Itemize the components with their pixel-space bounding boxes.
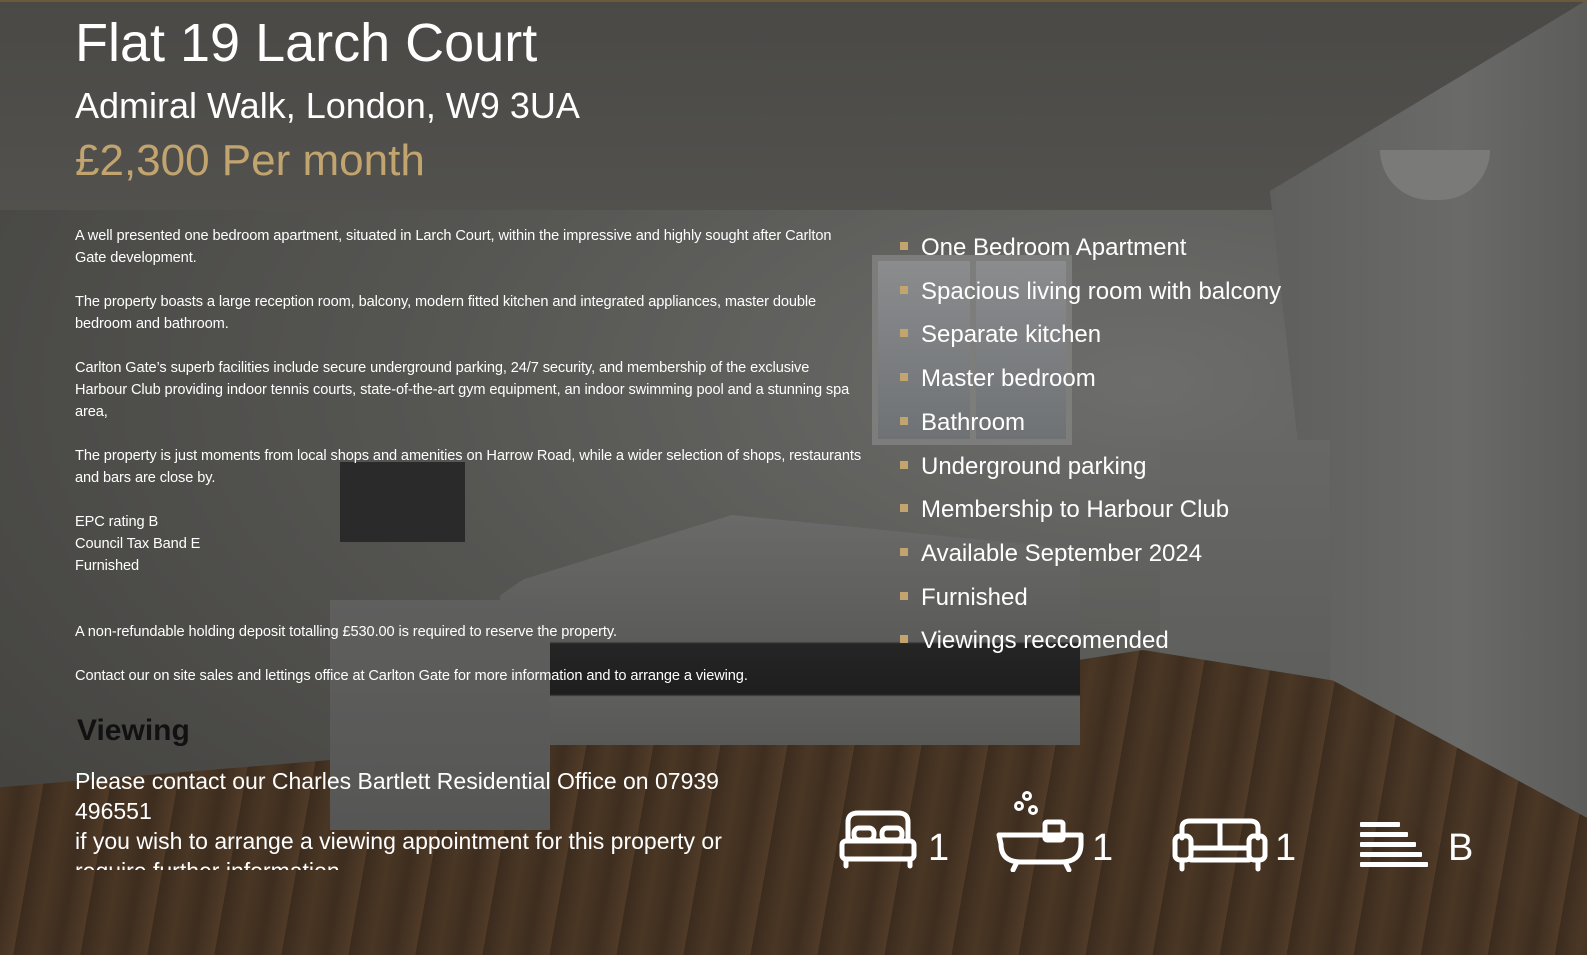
bullet-icon [900, 329, 908, 338]
feature-label: Underground parking [921, 452, 1147, 480]
feature-item: Underground parking [898, 445, 1281, 489]
epc-bars-icon [1360, 822, 1428, 867]
feature-label: One Bedroom Apartment [921, 234, 1187, 261]
feature-item: Bathroom [898, 401, 1281, 445]
features-list: One Bedroom Apartment Spacious living ro… [898, 226, 1281, 663]
contact-text: Contact our on site sales and lettings o… [75, 668, 748, 684]
property-price: £2,300 Per month [75, 136, 425, 185]
bath-icon [996, 791, 1084, 872]
epc-rating: B [1448, 827, 1474, 869]
bullet-icon [900, 285, 908, 294]
bullet-icon [900, 547, 908, 556]
bullet-icon [900, 635, 908, 644]
feature-item: Available September 2024 [898, 532, 1281, 576]
bullet-icon [900, 591, 908, 600]
viewing-heading: Viewing [77, 714, 190, 747]
feature-item: Viewings reccomended [898, 619, 1281, 663]
bullet-icon [900, 373, 908, 382]
feature-item: Spacious living room with balcony [898, 270, 1281, 314]
feature-label: Separate kitchen [921, 321, 1102, 349]
bullet-icon [900, 460, 908, 469]
furnished-text: Furnished [75, 558, 139, 574]
feature-item: One Bedroom Apartment [898, 226, 1281, 270]
deposit-text: A non-refundable holding deposit totalli… [75, 624, 617, 640]
property-title: Flat 19 Larch Court [75, 13, 538, 73]
listing-content: Flat 19 Larch Court Admiral Walk, London… [0, 0, 1587, 955]
feature-label: Membership to Harbour Club [921, 496, 1230, 524]
feature-item: Membership to Harbour Club [898, 488, 1281, 532]
council-tax-text: Council Tax Band E [75, 536, 201, 552]
description-paragraph: The property boasts a large reception ro… [75, 294, 817, 332]
description-paragraph: The property is just moments from local … [75, 448, 862, 486]
viewing-text: Please contact our Charles Bartlett Resi… [75, 766, 795, 870]
bullet-icon [900, 416, 908, 425]
feature-item: Separate kitchen [898, 313, 1281, 357]
feature-label: Available September 2024 [921, 539, 1203, 567]
property-address: Admiral Walk, London, W9 3UA [75, 85, 580, 126]
feature-label: Master bedroom [921, 365, 1096, 393]
feature-item: Master bedroom [898, 357, 1281, 401]
feature-label: Spacious living room with balcony [921, 277, 1282, 305]
property-description: A well presented one bedroom apartment, … [75, 225, 865, 709]
reception-count: 1 [1275, 827, 1297, 869]
feature-label: Furnished [921, 583, 1028, 611]
bedroom-count: 1 [928, 827, 950, 869]
bullet-icon [900, 504, 908, 513]
viewing-line: if you wish to arrange a viewing appoint… [75, 828, 722, 870]
feature-label: Bathroom [921, 408, 1026, 436]
sofa-icon [1172, 818, 1268, 872]
description-paragraph: Carlton Gate’s superb facilities include… [75, 360, 850, 420]
epc-rating-text: EPC rating B [75, 514, 159, 530]
bullet-icon [900, 242, 908, 250]
description-paragraph: A well presented one bedroom apartment, … [75, 228, 832, 266]
bed-icon [839, 810, 917, 869]
feature-item: Furnished [898, 576, 1281, 620]
bathroom-count: 1 [1092, 827, 1114, 869]
viewing-line: Please contact our Charles Bartlett Resi… [75, 768, 719, 824]
feature-label: Viewings reccomended [921, 627, 1169, 655]
